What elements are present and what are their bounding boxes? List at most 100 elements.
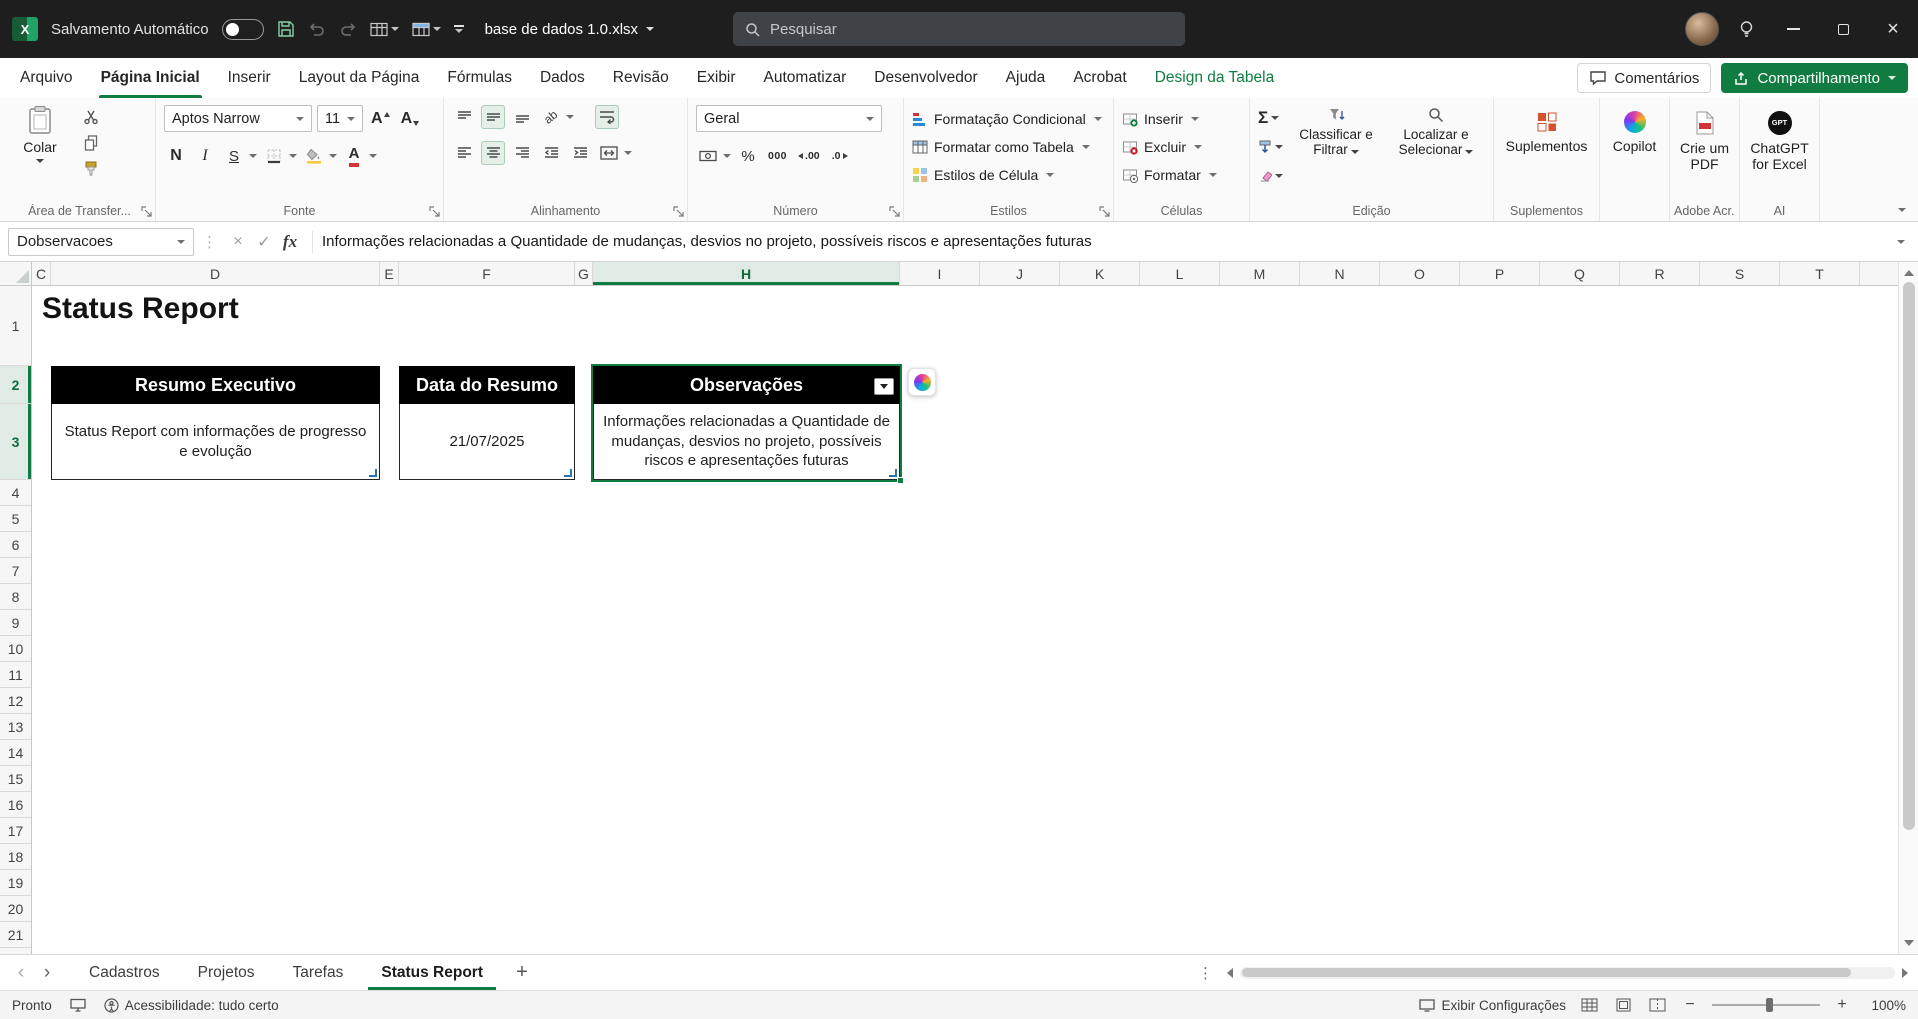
zoom-out-button[interactable]: − [1681, 996, 1699, 1014]
table-header-resumo[interactable]: Resumo Executivo [51, 366, 380, 404]
font-color-button[interactable]: A [342, 144, 366, 168]
font-size-select[interactable]: 11 [317, 105, 363, 132]
sheet-tab-tarefas[interactable]: Tarefas [274, 955, 363, 990]
name-box-gripper[interactable]: ⋮ [202, 233, 217, 251]
fill-button[interactable] [1258, 134, 1283, 159]
row-header-20[interactable]: 20 [0, 896, 31, 922]
table-resize-handle[interactable] [369, 469, 377, 477]
column-header-F[interactable]: F [399, 262, 575, 285]
row-header-12[interactable]: 12 [0, 688, 31, 714]
number-dialog-launcher[interactable] [888, 205, 900, 217]
filter-dropdown-button[interactable] [874, 378, 894, 395]
monitor-icon-button[interactable] [68, 996, 88, 1014]
styles-dialog-launcher[interactable] [1098, 205, 1110, 217]
row-header-14[interactable]: 14 [0, 740, 31, 766]
row-header-5[interactable]: 5 [0, 506, 31, 532]
cut-button[interactable] [80, 108, 102, 126]
column-header-G[interactable]: G [575, 262, 593, 285]
ribbon-tab-exibir[interactable]: Exibir [683, 58, 750, 98]
table-header-data[interactable]: Data do Resumo [399, 366, 575, 404]
row-header-4[interactable]: 4 [0, 480, 31, 506]
column-header-R[interactable]: R [1620, 262, 1700, 285]
ribbon-tab-revisão[interactable]: Revisão [599, 58, 683, 98]
customize-quick-access-button[interactable] [454, 25, 464, 33]
merge-center-button[interactable] [597, 141, 621, 165]
redo-button[interactable] [339, 21, 357, 37]
orientation-button[interactable]: ab [539, 105, 563, 129]
row-header-16[interactable]: 16 [0, 792, 31, 818]
column-header-T[interactable]: T [1780, 262, 1860, 285]
copy-button[interactable] [80, 134, 102, 152]
column-header-C[interactable]: C [32, 262, 51, 285]
number-format-select[interactable]: Geral [696, 105, 882, 132]
row-header-1[interactable]: 1 [0, 286, 31, 366]
column-header-O[interactable]: O [1380, 262, 1460, 285]
undo-button[interactable] [308, 21, 326, 37]
horizontal-scrollbar-track[interactable] [1240, 967, 1895, 979]
ribbon-tab-layout-da-página[interactable]: Layout da Página [285, 58, 434, 98]
ribbon-tab-automatizar[interactable]: Automatizar [750, 58, 861, 98]
find-select-button[interactable]: Localizar e Selecionar [1389, 105, 1483, 188]
row-header-11[interactable]: 11 [0, 662, 31, 688]
align-center-button[interactable] [481, 141, 505, 165]
row-header-9[interactable]: 9 [0, 610, 31, 636]
comma-format-button[interactable]: 000 [765, 144, 790, 168]
column-header-D[interactable]: D [51, 262, 380, 285]
row-header-10[interactable]: 10 [0, 636, 31, 662]
column-header-H[interactable]: H [593, 262, 900, 285]
sheet-canvas[interactable]: Status Report Resumo Executivo Status Re… [32, 286, 1898, 954]
column-header-E[interactable]: E [380, 262, 399, 285]
align-middle-button[interactable] [481, 105, 505, 129]
copilot-cell-button[interactable] [908, 368, 936, 396]
column-header-M[interactable]: M [1220, 262, 1300, 285]
sheet-tab-status-report[interactable]: Status Report [362, 955, 502, 990]
row-header-2[interactable]: 2 [0, 366, 31, 404]
table-resize-handle[interactable] [564, 469, 572, 477]
decrease-indent-button[interactable] [539, 141, 563, 165]
ribbon-tab-inserir[interactable]: Inserir [214, 58, 285, 98]
ribbon-tab-design-da-tabela[interactable]: Design da Tabela [1141, 58, 1289, 98]
ribbon-tab-página-inicial[interactable]: Página Inicial [87, 58, 214, 98]
zoom-level[interactable]: 100% [1864, 998, 1906, 1013]
create-pdf-button[interactable]: Crie um PDF [1678, 105, 1731, 173]
alignment-dialog-launcher[interactable] [672, 205, 684, 217]
row-header-21[interactable]: 21 [0, 922, 31, 948]
ribbon-tab-dados[interactable]: Dados [526, 58, 599, 98]
row-header-7[interactable]: 7 [0, 558, 31, 584]
ribbon-tab-fórmulas[interactable]: Fórmulas [433, 58, 526, 98]
table-header-observacoes[interactable]: Observações [593, 366, 900, 404]
decrease-decimal-button[interactable]: .0 [828, 144, 852, 168]
quick-access-table-button[interactable] [370, 22, 399, 37]
font-dialog-launcher[interactable] [428, 205, 440, 217]
align-top-button[interactable] [452, 105, 476, 129]
addins-button[interactable]: Suplementos [1502, 105, 1591, 155]
column-header-N[interactable]: N [1300, 262, 1380, 285]
font-name-select[interactable]: Aptos Narrow [164, 105, 312, 132]
clear-button[interactable] [1258, 163, 1283, 188]
row-header-18[interactable]: 18 [0, 844, 31, 870]
cell-data-value[interactable]: 21/07/2025 [399, 404, 575, 480]
save-button[interactable] [277, 20, 295, 38]
autosave-toggle[interactable] [222, 19, 264, 40]
vertical-scrollbar-thumb[interactable] [1903, 282, 1915, 830]
conditional-formatting-button[interactable]: Formatação Condicional [912, 105, 1105, 133]
insert-cells-button[interactable]: Inserir [1122, 105, 1241, 133]
share-button[interactable]: Compartilhamento [1721, 63, 1908, 93]
sort-filter-button[interactable]: Classificar e Filtrar [1293, 105, 1379, 188]
ribbon-tab-desenvolvedor[interactable]: Desenvolvedor [860, 58, 991, 98]
user-avatar[interactable] [1685, 12, 1719, 46]
wrap-text-button[interactable] [595, 105, 619, 129]
row-header-6[interactable]: 6 [0, 532, 31, 558]
horizontal-scrollbar[interactable] [1227, 967, 1908, 979]
scroll-down-icon[interactable] [1904, 940, 1914, 946]
name-box[interactable]: Dobservacoes [8, 228, 194, 256]
autosum-button[interactable]: Σ [1258, 105, 1283, 130]
chatgpt-button[interactable]: GPT ChatGPT for Excel [1748, 105, 1811, 173]
table-resize-handle[interactable] [889, 469, 897, 477]
display-settings-button[interactable]: Exibir Configurações [1419, 998, 1566, 1013]
page-break-view-button[interactable] [1647, 996, 1668, 1014]
copilot-button[interactable]: Copilot [1608, 105, 1661, 155]
align-left-button[interactable] [452, 141, 476, 165]
scroll-right-icon[interactable] [1902, 968, 1908, 978]
normal-view-button[interactable] [1579, 996, 1600, 1014]
